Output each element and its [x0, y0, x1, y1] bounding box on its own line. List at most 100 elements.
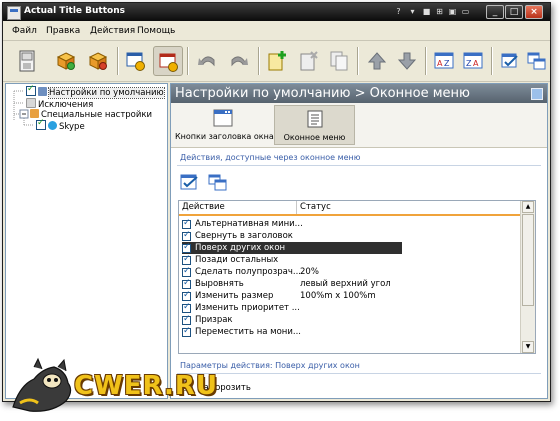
add-action-button[interactable] [262, 46, 292, 76]
delete-action-button[interactable] [294, 46, 324, 76]
column-header-status[interactable]: Статус [297, 201, 520, 214]
table-row[interactable]: Свернуть в заголовок [179, 229, 520, 242]
tab-title-buttons[interactable]: Кнопки заголовка окна [175, 105, 274, 145]
save-button[interactable] [12, 46, 42, 76]
stay-on-top-title-icon[interactable]: ▣ [448, 6, 457, 17]
undo-button[interactable] [192, 46, 222, 76]
toolbar-separator [117, 47, 118, 75]
sort-az-icon: AZ [434, 52, 454, 69]
checklist-icon[interactable] [179, 172, 201, 192]
remove-settings-button[interactable] [83, 46, 113, 76]
window-settings-icon [126, 52, 145, 71]
row-checkbox[interactable] [182, 217, 191, 229]
column-header-action[interactable]: Действие [179, 201, 297, 214]
menu-actions[interactable]: Действия [90, 26, 135, 36]
watermark-logo: CWER.RU [8, 357, 217, 415]
table-row[interactable]: Позади остальных [179, 253, 520, 266]
table-row[interactable]: Призрак [179, 313, 520, 326]
windows-button[interactable] [522, 46, 550, 76]
row-action: Переместить на мони... [195, 327, 301, 337]
move-down-button[interactable] [392, 46, 422, 76]
add-settings-button[interactable] [51, 46, 81, 76]
page-title: Настройки по умолчанию > Оконное меню [175, 86, 470, 101]
move-up-button[interactable] [362, 46, 392, 76]
sort-za-button[interactable]: ZA [458, 46, 488, 76]
add-document-icon [268, 51, 286, 71]
row-action: Изменить приоритет ... [195, 303, 300, 313]
cartoon-mascot-icon [12, 357, 72, 412]
arrow-down-icon [397, 52, 417, 70]
redo-button[interactable] [224, 46, 254, 76]
close-button[interactable]: × [525, 5, 543, 19]
action-params-title: Параметры действия: Поверх других окон [180, 361, 360, 370]
copy-action-button[interactable] [324, 46, 354, 76]
row-action: Изменить размер [195, 291, 274, 301]
row-checkbox[interactable] [182, 325, 191, 337]
row-status: 100%m x 100%m [300, 291, 376, 301]
sort-az-button[interactable]: AZ [429, 46, 459, 76]
table-row-selected[interactable]: Поверх других окон [179, 241, 520, 254]
tree-checkbox[interactable] [26, 84, 36, 96]
app-icon [7, 6, 21, 20]
vertical-scrollbar[interactable]: ▲ ▼ [520, 201, 535, 353]
pin-title-icon[interactable]: ▾ [408, 6, 417, 17]
window-settings-pressed-icon [159, 53, 178, 72]
tree-item-exceptions[interactable]: Исключения [26, 98, 93, 110]
row-checkbox[interactable] [182, 229, 191, 241]
row-checkbox[interactable] [182, 277, 191, 289]
arrow-up-icon [367, 52, 387, 70]
tab-window-menu[interactable]: Оконное меню [274, 105, 355, 145]
row-checkbox[interactable] [182, 241, 191, 253]
window-title: Actual Title Buttons [24, 6, 125, 16]
window-settings-active-button[interactable] [153, 46, 183, 76]
skype-icon [48, 121, 57, 130]
window-menu-icon [307, 110, 322, 128]
menu-help[interactable]: Помощь [137, 26, 175, 36]
settings-tree: Настройки по умолчанию Исключения Специа… [5, 83, 168, 399]
window-settings-button[interactable] [121, 46, 151, 76]
help-title-icon[interactable]: ? [394, 6, 403, 17]
ghost-title-icon[interactable]: ⊞ [435, 6, 444, 17]
watermark-text: CWER.RU [74, 371, 219, 401]
tree-item-special[interactable]: Специальные настройки [30, 109, 152, 120]
row-status: 20% [300, 267, 319, 277]
title-bar[interactable]: Actual Title Buttons ? ▾ ■ ⊞ ▣ ▭ _ □ × [3, 3, 550, 21]
windows-icon[interactable] [207, 172, 229, 192]
menu-file[interactable]: Файл [12, 26, 37, 36]
title-buttons-icon [213, 109, 233, 127]
menu-edit[interactable]: Правка [46, 26, 80, 36]
scroll-down-arrow[interactable]: ▼ [522, 341, 534, 353]
minimize-to-tray-icon[interactable]: ■ [422, 6, 431, 17]
svg-text:Z: Z [444, 59, 450, 68]
section-divider [177, 165, 541, 166]
row-checkbox[interactable] [182, 253, 191, 265]
row-action: Выровнять [195, 279, 244, 289]
tab-label: Оконное меню [283, 133, 346, 142]
tree-item-defaults[interactable]: Настройки по умолчанию [26, 84, 165, 99]
table-row[interactable]: Изменить размер 100%m x 100%m [179, 289, 520, 302]
row-checkbox[interactable] [182, 265, 191, 277]
scroll-up-arrow[interactable]: ▲ [522, 201, 534, 213]
rollup-title-icon[interactable]: ▭ [461, 6, 470, 17]
tree-item-skype[interactable]: Skype [36, 118, 85, 132]
table-row[interactable]: Изменить приоритет ... [179, 301, 520, 314]
minimize-button[interactable]: _ [486, 5, 504, 19]
check-all-button[interactable] [495, 46, 525, 76]
row-checkbox[interactable] [182, 289, 191, 301]
save-icon [19, 50, 35, 72]
tree-checkbox[interactable] [36, 118, 46, 130]
sort-za-icon: ZA [463, 52, 483, 69]
scroll-thumb[interactable] [522, 214, 534, 306]
table-row[interactable]: Переместить на мони... [179, 325, 520, 338]
row-checkbox[interactable] [182, 313, 191, 325]
table-row[interactable]: Выровнять левый верхний угол [179, 277, 520, 290]
table-row[interactable]: Альтернативная мини... [179, 217, 520, 230]
window-icon[interactable] [531, 88, 543, 100]
row-checkbox[interactable] [182, 301, 191, 313]
settings-node-icon [38, 87, 47, 96]
settings-panel: Настройки по умолчанию > Оконное меню Кн… [170, 83, 548, 399]
table-row[interactable]: Сделать полупрозрач...20% [179, 265, 520, 278]
maximize-button[interactable]: □ [505, 5, 523, 19]
row-action: Позади остальных [195, 255, 279, 265]
toolbar-separator [491, 47, 492, 75]
